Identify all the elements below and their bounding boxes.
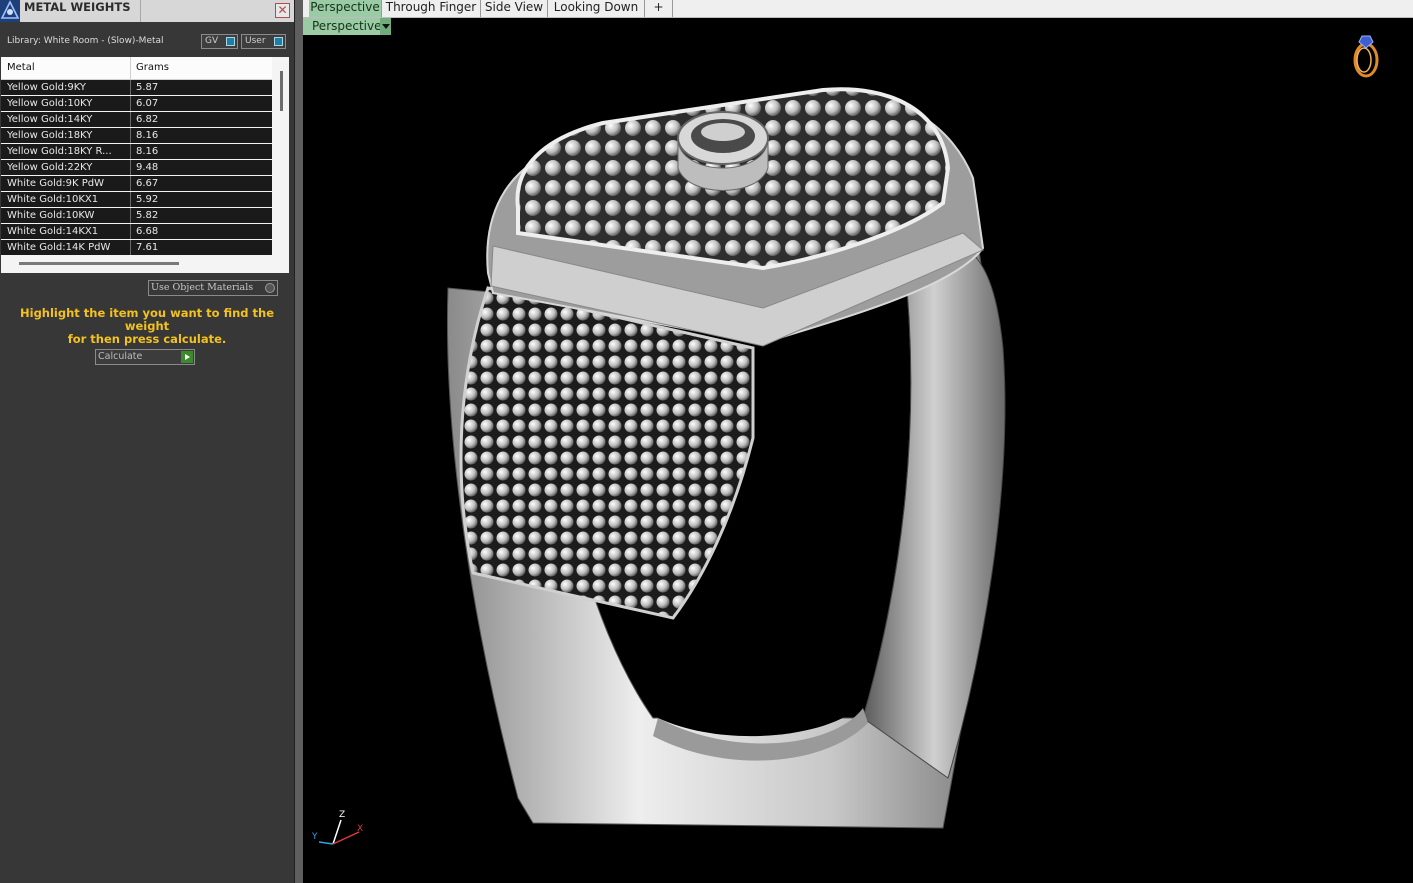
panel-title: METAL WEIGHTS — [24, 0, 131, 14]
cell-divider — [130, 192, 131, 207]
table-header: Metal Grams — [1, 57, 272, 80]
metal-cell: White Gold:10KW — [7, 210, 95, 221]
metal-weights-table: Metal Grams Yellow Gold:9KY 5.87 Yellow G… — [1, 57, 289, 273]
table-row[interactable]: White Gold:14K PdW 7.61 — [1, 240, 272, 255]
cell-divider — [130, 160, 131, 175]
gv-toggle-knob-icon — [226, 37, 235, 46]
play-arrow-icon — [181, 351, 193, 363]
metal-cell: White Gold:14KX1 — [7, 226, 99, 237]
table-row[interactable]: White Gold:14KX1 6.68 — [1, 224, 272, 239]
metal-cell: Yellow Gold:14KY — [7, 114, 93, 125]
metal-cell: White Gold:9K PdW — [7, 178, 104, 189]
cell-divider — [130, 176, 131, 191]
cell-divider — [130, 80, 131, 95]
metal-cell: Yellow Gold:9KY — [7, 82, 86, 93]
grams-cell: 6.82 — [136, 114, 159, 125]
3d-viewport[interactable]: Perspective Z X Y — [303, 18, 1413, 883]
library-label: Library: White Room - (Slow)-Metal — [7, 36, 164, 46]
view-selector-label: Perspective — [312, 19, 382, 33]
cell-divider — [130, 144, 131, 159]
axis-y-label: Y — [312, 832, 318, 842]
table-row[interactable]: White Gold:9K PdW 6.67 — [1, 176, 272, 191]
cell-divider — [130, 112, 131, 127]
column-header-metal[interactable]: Metal — [7, 62, 35, 73]
user-toggle-label: User — [245, 36, 266, 46]
tab-perspective[interactable]: Perspective — [309, 0, 382, 17]
grams-cell: 8.16 — [136, 130, 159, 141]
gv-toggle-label: GV — [205, 36, 219, 46]
close-button[interactable]: ✕ — [275, 3, 290, 18]
ring-model[interactable] — [303, 18, 1413, 883]
calculate-button[interactable]: Calculate — [95, 349, 195, 365]
grams-cell: 9.48 — [136, 162, 159, 173]
cell-divider — [130, 208, 131, 223]
grams-cell: 8.16 — [136, 146, 159, 157]
table-row[interactable]: Yellow Gold:22KY 9.48 — [1, 160, 272, 175]
column-header-grams[interactable]: Grams — [136, 62, 169, 73]
tab-looking-down[interactable]: Looking Down — [548, 0, 645, 17]
axis-z-label: Z — [339, 810, 346, 820]
table-row[interactable]: Yellow Gold:18KY R... 8.16 — [1, 144, 272, 159]
grams-cell: 6.68 — [136, 226, 159, 237]
horizontal-scrollbar[interactable] — [19, 262, 179, 265]
grams-cell: 5.92 — [136, 194, 159, 205]
instruction-line-1: Highlight the item you want to find the … — [20, 306, 274, 333]
ring-navigator-icon[interactable] — [1348, 30, 1384, 80]
table-row[interactable]: White Gold:10KX1 5.92 — [1, 192, 272, 207]
instruction-text: Highlight the item you want to find the … — [0, 307, 294, 346]
metal-cell: Yellow Gold:18KY — [7, 130, 93, 141]
use-object-materials-option[interactable]: Use Object Materials — [148, 280, 278, 296]
table-row[interactable]: Yellow Gold:18KY 8.16 — [1, 128, 272, 143]
table-row[interactable]: White Gold:10KW 5.82 — [1, 208, 272, 223]
view-selector-dropdown[interactable]: Perspective — [303, 18, 391, 35]
table-row[interactable]: Yellow Gold:14KY 6.82 — [1, 112, 272, 127]
tab-side-view[interactable]: Side View — [481, 0, 548, 17]
metal-cell: White Gold:10KX1 — [7, 194, 99, 205]
cell-divider — [130, 96, 131, 111]
table-row[interactable]: Yellow Gold:10KY 6.07 — [1, 96, 272, 111]
panel-titlebar[interactable]: METAL WEIGHTS ✕ — [0, 0, 294, 22]
grams-cell: 5.82 — [136, 210, 159, 221]
metal-cell: Yellow Gold:10KY — [7, 98, 93, 109]
grams-cell: 5.87 — [136, 82, 159, 93]
metal-cell: White Gold:14K PdW — [7, 242, 111, 253]
user-toggle-knob-icon — [274, 37, 283, 46]
use-object-materials-label: Use Object Materials — [151, 282, 254, 293]
vertical-scrollbar[interactable] — [280, 71, 283, 111]
add-tab-button[interactable]: + — [645, 0, 673, 17]
metal-cell: Yellow Gold:22KY — [7, 162, 93, 173]
calculate-label: Calculate — [98, 351, 143, 362]
cell-divider — [130, 128, 131, 143]
metal-weights-panel: METAL WEIGHTS ✕ Library: White Room - (S… — [0, 0, 294, 883]
axis-gizmo: Z X Y — [311, 810, 371, 850]
instruction-line-2: for then press calculate. — [67, 332, 227, 346]
cell-divider — [130, 240, 131, 255]
chevron-down-icon[interactable] — [380, 18, 391, 35]
cell-divider — [130, 224, 131, 239]
axis-x-label: X — [357, 824, 364, 834]
view-tabs: Perspective Through Finger Side View Loo… — [303, 0, 1413, 18]
tab-through-finger[interactable]: Through Finger — [382, 0, 481, 17]
column-divider[interactable] — [130, 57, 131, 79]
table-row[interactable]: Yellow Gold:9KY 5.87 — [1, 80, 272, 95]
app-logo-icon — [0, 0, 20, 22]
gv-toggle[interactable]: GV — [201, 34, 238, 49]
radio-icon[interactable] — [265, 283, 275, 293]
grams-cell: 7.61 — [136, 242, 159, 253]
metal-cell: Yellow Gold:18KY R... — [7, 146, 112, 157]
grams-cell: 6.07 — [136, 98, 159, 109]
user-toggle[interactable]: User — [241, 34, 286, 49]
table-body: Yellow Gold:9KY 5.87 Yellow Gold:10KY 6.07… — [1, 80, 272, 256]
title-divider — [140, 0, 141, 22]
grams-cell: 6.67 — [136, 178, 159, 189]
